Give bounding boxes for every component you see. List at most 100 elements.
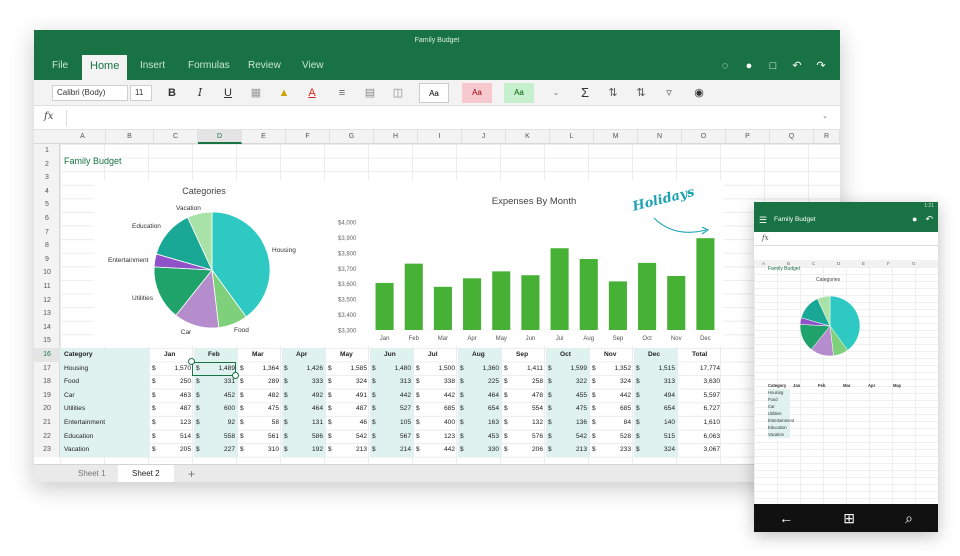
column-header-Q[interactable]: Q [770,130,814,144]
style-normal[interactable]: Aa [419,83,449,103]
bar-apr[interactable] [463,278,482,330]
selection-handle[interactable] [188,358,195,365]
bar-jun[interactable] [521,275,540,330]
table-value-cell[interactable]: 400 [422,416,455,430]
table-header-sep[interactable]: Sep [516,348,528,362]
table-value-cell[interactable]: 123 [158,416,191,430]
table-total-cell[interactable]: 1,610 [682,416,720,430]
row-header-7[interactable]: 7 [34,226,60,240]
table-total-cell[interactable]: 3,067 [682,443,720,457]
table-value-cell[interactable]: 105 [378,416,411,430]
row-header-21[interactable]: 21 [34,416,60,430]
bar-sep[interactable] [608,281,627,330]
table-value-cell[interactable]: 487 [158,402,191,416]
undo-icon[interactable]: ↶ [925,214,933,225]
table-value-cell[interactable]: 330 [466,443,499,457]
table-value-cell[interactable]: 1,426 [290,362,323,376]
table-value-cell[interactable]: 131 [290,416,323,430]
table-value-cell[interactable]: 331 [202,375,235,389]
row-header-11[interactable]: 11 [34,280,60,294]
column-header-N[interactable]: N [638,130,682,144]
phone-table-category[interactable]: Food [768,396,790,403]
table-value-cell[interactable]: 324 [334,375,367,389]
wrap-icon[interactable]: ▤ [362,84,378,102]
add-sheet-button[interactable]: + [174,465,209,482]
table-header-jul[interactable]: Jul [428,348,438,362]
table-value-cell[interactable]: 322 [554,375,587,389]
phone-table-header[interactable]: Apr [868,382,875,389]
table-category-cell[interactable]: Food [64,375,79,389]
tab-insert[interactable]: Insert [132,52,173,78]
table-header-mar[interactable]: Mar [252,348,264,362]
phone-pie-chart[interactable] [790,286,880,366]
find-icon[interactable]: ◉ [690,84,708,102]
selection-handle[interactable] [232,372,239,379]
search-icon[interactable]: ⌕ [905,510,913,527]
table-value-cell[interactable]: 654 [466,402,499,416]
column-header-P[interactable]: P [726,130,770,144]
sort-desc-icon[interactable]: ⇅ [632,84,650,102]
phone-column-header-F[interactable]: F [887,260,890,267]
table-category-cell[interactable]: Vacation [64,443,89,457]
table-value-cell[interactable]: 1,480 [378,362,411,376]
table-value-cell[interactable]: 338 [422,375,455,389]
phone-table-header[interactable]: Mar [843,382,850,389]
table-value-cell[interactable]: 487 [334,402,367,416]
table-value-cell[interactable]: 528 [598,430,631,444]
table-value-cell[interactable]: 313 [378,375,411,389]
font-color-icon[interactable]: A [304,84,320,102]
table-value-cell[interactable]: 494 [642,389,675,403]
table-value-cell[interactable]: 463 [158,389,191,403]
row-header-9[interactable]: 9 [34,253,60,267]
column-header-H[interactable]: H [374,130,418,144]
phone-column-header-A[interactable]: A [762,260,765,267]
table-header-apr[interactable]: Apr [296,348,307,362]
row-header-8[interactable]: 8 [34,239,60,253]
phone-table-category[interactable]: Vacation [768,431,790,438]
sheet-tab-2[interactable]: Sheet 2 [118,465,174,482]
bar-chart[interactable]: Expenses By Month $3,300 $3,400 $3,500 $3,60… [304,180,724,346]
row-header-13[interactable]: 13 [34,307,60,321]
table-value-cell[interactable]: 233 [598,443,631,457]
table-category-cell[interactable]: Utilities [64,402,85,416]
table-value-cell[interactable]: 92 [202,416,235,430]
table-total-cell[interactable]: 17,774 [682,362,720,376]
table-category-cell[interactable]: Housing [64,362,88,376]
font-size-box[interactable]: 11 [130,85,152,101]
row-header-22[interactable]: 22 [34,430,60,444]
row-header-10[interactable]: 10 [34,266,60,280]
tab-home[interactable]: Home [82,55,128,80]
table-value-cell[interactable]: 192 [290,443,323,457]
row-header-14[interactable]: 14 [34,321,60,335]
phone-table-category[interactable]: Utilities [768,410,790,417]
table-value-cell[interactable]: 1,500 [422,362,455,376]
table-value-cell[interactable]: 685 [422,402,455,416]
row-header-4[interactable]: 4 [34,185,60,199]
bar-nov[interactable] [667,276,686,330]
table-value-cell[interactable]: 1,515 [642,362,675,376]
table-value-cell[interactable]: 442 [598,389,631,403]
windows-start-icon[interactable]: ⊞ [843,510,855,527]
table-value-cell[interactable]: 464 [290,402,323,416]
sheet-tab-1[interactable]: Sheet 1 [64,465,120,482]
column-header-E[interactable]: E [242,130,286,144]
row-header-1[interactable]: 1 [34,144,60,158]
column-header-O[interactable]: O [682,130,726,144]
table-total-cell[interactable]: 6,063 [682,430,720,444]
table-header-aug[interactable]: Aug [472,348,485,362]
table-value-cell[interactable]: 250 [158,375,191,389]
row-header-6[interactable]: 6 [34,212,60,226]
phone-table-category[interactable]: Education [768,424,790,431]
tab-formulas[interactable]: Formulas [180,52,238,78]
table-total-cell[interactable]: 5,597 [682,389,720,403]
redo-icon[interactable]: ↷ [812,58,830,74]
style-good[interactable]: Aa [504,83,534,103]
table-value-cell[interactable]: 1,364 [246,362,279,376]
sort-asc-icon[interactable]: ⇅ [604,84,622,102]
column-header-G[interactable]: G [330,130,374,144]
column-header-C[interactable]: C [154,130,198,144]
phone-column-header-C[interactable]: C [812,260,815,267]
row-header-16[interactable]: 16 [34,348,60,362]
row-header-19[interactable]: 19 [34,389,60,403]
table-value-cell[interactable]: 515 [642,430,675,444]
